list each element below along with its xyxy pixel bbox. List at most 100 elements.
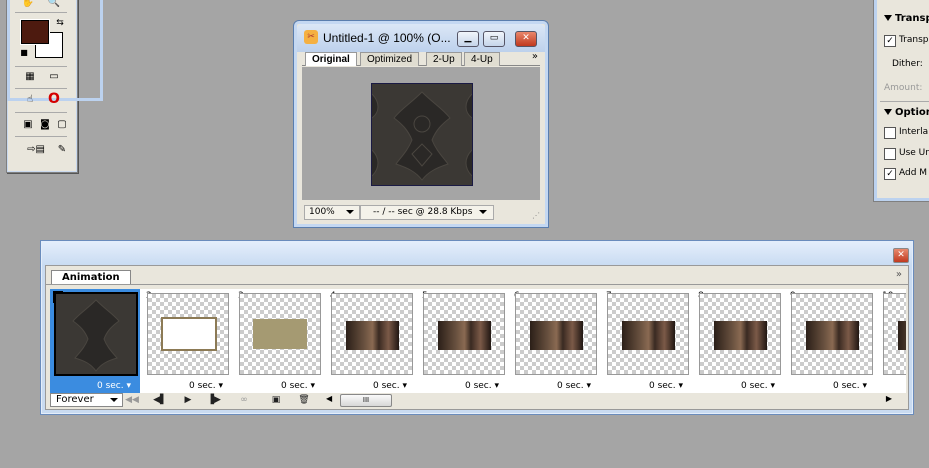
preview-in-browser-icon[interactable]: O bbox=[45, 92, 63, 106]
zoom-dropdown[interactable]: 100% bbox=[304, 205, 360, 220]
default-colors-icon[interactable]: ■ bbox=[15, 46, 33, 60]
frame-delay-dropdown[interactable]: 0 sec. ▾ bbox=[189, 381, 223, 391]
add-metadata-checkbox[interactable]: ✓ bbox=[884, 168, 896, 180]
damask-image bbox=[371, 83, 473, 186]
animation-frame[interactable]: 30 sec. ▾ bbox=[234, 289, 324, 393]
rewind-icon[interactable]: ◀◀ bbox=[124, 394, 140, 406]
zoom-icon[interactable]: 🔍 bbox=[45, 0, 63, 10]
standard-mode-icon[interactable]: ▣ bbox=[19, 118, 37, 132]
imageready-app-icon: ✂ bbox=[304, 30, 318, 44]
optimize-panel: Transp ✓ Transp Dither: Amount: Option I… bbox=[873, 0, 929, 202]
tab-4-up[interactable]: 4-Up bbox=[464, 52, 500, 66]
frame-thumbnail bbox=[791, 293, 873, 375]
frame-thumbnail bbox=[883, 293, 906, 375]
jump-to-imageready-icon[interactable]: ⇨▤ bbox=[23, 143, 49, 157]
animation-frame[interactable]: 40 sec. ▾ bbox=[326, 289, 416, 393]
duplicate-frame-icon[interactable]: ▣ bbox=[268, 394, 284, 406]
preview-document-icon[interactable]: ▭ bbox=[45, 70, 63, 84]
animation-frame[interactable]: 50 sec. ▾ bbox=[418, 289, 508, 393]
screen-mode-icon[interactable]: ▢ bbox=[53, 118, 71, 132]
chevron-down-icon: ▾ bbox=[859, 381, 867, 391]
animation-frame[interactable]: 10 bbox=[878, 289, 906, 393]
scroll-right-icon[interactable]: ▶ bbox=[886, 394, 892, 403]
swap-colors-icon[interactable]: ⇆ bbox=[51, 16, 69, 30]
add-metadata-label: Add M bbox=[899, 168, 928, 178]
chevron-down-icon: ▾ bbox=[767, 381, 775, 391]
tab-animation[interactable]: Animation bbox=[51, 270, 131, 285]
rollover-icon[interactable]: ☝ bbox=[21, 93, 39, 107]
palette-menu-icon[interactable]: » bbox=[896, 269, 902, 280]
frame-delay-dropdown[interactable]: 0 sec. ▾ bbox=[557, 381, 591, 391]
chevron-down-icon: ▾ bbox=[675, 381, 683, 391]
animation-frame[interactable]: 10 sec. ▾ bbox=[50, 289, 140, 393]
chevron-down-icon bbox=[479, 210, 487, 214]
frame-delay-label: 0 sec. bbox=[372, 381, 400, 391]
play-icon[interactable]: ▶ bbox=[180, 394, 196, 406]
transparency-checkbox[interactable]: ✓ bbox=[884, 35, 896, 47]
chevron-down-icon bbox=[346, 210, 354, 214]
interlaced-checkbox[interactable] bbox=[884, 127, 896, 139]
options-section-header[interactable]: Option bbox=[884, 107, 929, 118]
frame-thumbnail bbox=[699, 293, 781, 375]
frames-scrollbar[interactable]: ◀ III ▶ bbox=[326, 394, 892, 407]
minimize-button[interactable]: ▁ bbox=[457, 31, 479, 47]
resize-grip-icon[interactable]: ⋰ bbox=[532, 211, 540, 220]
frame-delay-dropdown[interactable]: 0 sec. ▾ bbox=[833, 381, 867, 391]
next-frame-icon[interactable]: ▐▶ bbox=[206, 394, 222, 406]
frame-thumbnail bbox=[423, 293, 505, 375]
document-title: Untitled-1 @ 100% (O... bbox=[323, 31, 451, 45]
animation-palette: ✕ Animation » 10 sec. ▾20 sec. ▾30 sec. … bbox=[40, 240, 914, 415]
toggle-slices-icon[interactable]: ▦ bbox=[21, 70, 39, 84]
collapse-triangle-icon bbox=[884, 15, 892, 21]
edit-in-icon[interactable]: ✎ bbox=[53, 143, 71, 157]
tween-icon[interactable]: ∞ bbox=[236, 394, 252, 406]
frames-strip: 10 sec. ▾20 sec. ▾30 sec. ▾40 sec. ▾50 s… bbox=[50, 289, 906, 393]
frame-thumbnail bbox=[515, 293, 597, 375]
chevron-down-icon: ▾ bbox=[583, 381, 591, 391]
mask-mode-icon[interactable]: ◙ bbox=[36, 118, 54, 132]
frame-thumbnail bbox=[54, 292, 138, 376]
tab-original[interactable]: Original bbox=[305, 52, 357, 66]
use-unified-checkbox[interactable] bbox=[884, 148, 896, 160]
tab-2-up[interactable]: 2-Up bbox=[426, 52, 462, 66]
animation-frame[interactable]: 70 sec. ▾ bbox=[602, 289, 692, 393]
chevron-down-icon: ▾ bbox=[307, 381, 315, 391]
dither-label: Dither: bbox=[892, 59, 923, 69]
frame-delay-dropdown[interactable]: 0 sec. ▾ bbox=[373, 381, 407, 391]
document-canvas[interactable] bbox=[302, 67, 540, 200]
foreground-color-swatch[interactable] bbox=[20, 19, 50, 45]
animation-frame[interactable]: 90 sec. ▾ bbox=[786, 289, 876, 393]
frame-delay-dropdown[interactable]: 0 sec. ▾ bbox=[281, 381, 315, 391]
frame-delay-label: 0 sec. bbox=[280, 381, 308, 391]
download-time-dropdown[interactable]: -- / -- sec @ 28.8 Kbps bbox=[360, 205, 494, 220]
frame-delay-dropdown[interactable]: 0 sec. ▾ bbox=[741, 381, 775, 391]
animation-frame[interactable]: 80 sec. ▾ bbox=[694, 289, 784, 393]
frame-thumbnail bbox=[147, 293, 229, 375]
tabs-overflow-icon[interactable]: » bbox=[532, 51, 538, 62]
tab-optimized[interactable]: Optimized bbox=[360, 52, 420, 66]
chevron-down-icon: ▾ bbox=[123, 381, 131, 391]
previous-frame-icon[interactable]: ◀▌ bbox=[152, 394, 168, 406]
frame-delay-dropdown[interactable]: 0 sec. ▾ bbox=[649, 381, 683, 391]
transparency-label: Transp bbox=[899, 35, 929, 45]
animation-frame[interactable]: 20 sec. ▾ bbox=[142, 289, 232, 393]
close-button[interactable]: ✕ bbox=[515, 31, 537, 47]
scrollbar-thumb[interactable]: III bbox=[340, 394, 392, 407]
frame-delay-dropdown[interactable]: 0 sec. ▾ bbox=[465, 381, 499, 391]
scroll-left-icon[interactable]: ◀ bbox=[326, 394, 332, 403]
document-titlebar[interactable]: ✂ Untitled-1 @ 100% (O... ▁ ▭ ✕ bbox=[297, 24, 545, 52]
maximize-button[interactable]: ▭ bbox=[483, 31, 505, 47]
animation-titlebar[interactable]: ✕ bbox=[42, 242, 912, 266]
transparency-section-header[interactable]: Transp bbox=[884, 13, 929, 24]
frame-delay-dropdown[interactable]: 0 sec. ▾ bbox=[97, 381, 131, 391]
delete-frame-icon[interactable]: 🗑 bbox=[296, 394, 312, 406]
animation-frame[interactable]: 60 sec. ▾ bbox=[510, 289, 600, 393]
tools-palette: ✋ 🔍 ⇆ ■ ▦ ▭ ☝ O ▣ ◙ ▢ ⇨▤ ✎ bbox=[6, 0, 103, 173]
amount-label: Amount: bbox=[884, 83, 923, 93]
frame-thumbnail bbox=[607, 293, 689, 375]
hand-icon[interactable]: ✋ bbox=[19, 0, 37, 10]
frame-delay-label: 0 sec. bbox=[188, 381, 216, 391]
loop-dropdown[interactable]: Forever bbox=[50, 393, 123, 407]
animation-controls: Forever ◀◀ ◀▌ ▶ ▐▶ ∞ ▣ 🗑 ◀ III ▶ bbox=[50, 393, 906, 407]
close-button[interactable]: ✕ bbox=[893, 248, 909, 263]
